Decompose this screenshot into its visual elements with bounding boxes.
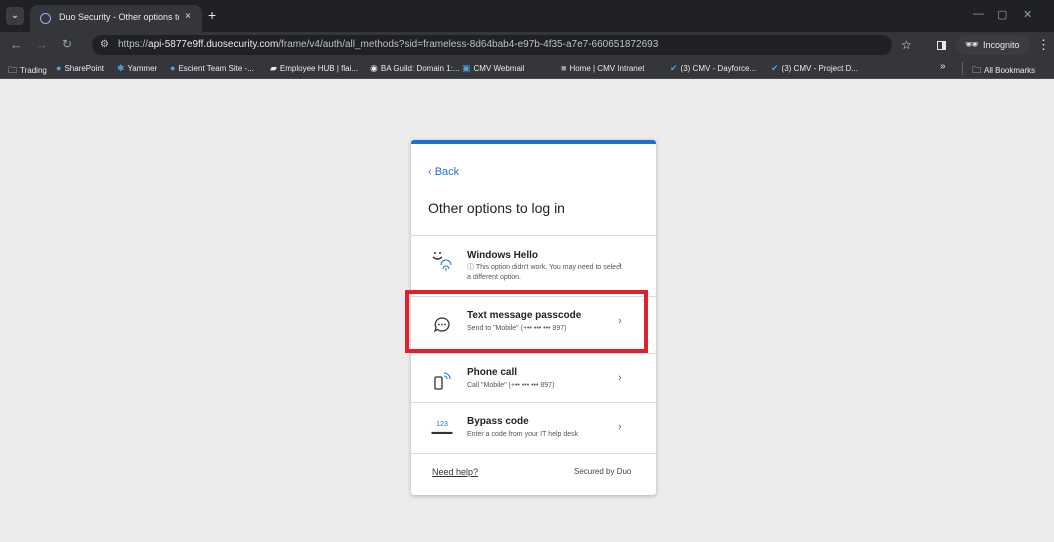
option-bypass-code[interactable]: 123 ▬▬▬ Bypass code Enter a code from you… — [411, 403, 656, 459]
browser-menu-icon[interactable]: ⋮ — [1037, 37, 1050, 53]
url-text[interactable]: https://api-5877e9ff.duosecurity.com/fra… — [118, 39, 658, 50]
checkmark-icon: ✔ — [771, 63, 779, 73]
outlook-icon: ▣ — [462, 63, 471, 73]
card-accent-bar — [411, 140, 656, 144]
browser-toolbar: ← → ↻ ⚙ https://api-5877e9ff.duosecurity… — [0, 32, 1054, 58]
forward-arrow-icon[interactable]: → — [35, 36, 48, 53]
incognito-label: Incognito — [983, 40, 1020, 50]
sharepoint-icon: ● — [170, 63, 176, 73]
bookmark-cmv-webmail[interactable]: ▣ CMV Webmail — [462, 63, 525, 74]
option-title: Windows Hello — [467, 250, 539, 261]
new-tab-button[interactable]: + — [208, 7, 216, 23]
option-windows-hello[interactable]: Windows Hello ⓘ This option didn't work.… — [411, 236, 656, 296]
phone-icon — [434, 372, 451, 390]
side-panel-icon[interactable] — [937, 41, 946, 50]
globe-favicon-icon — [40, 13, 51, 24]
browser-tab-strip: ⌄ Duo Security - Other options to × + — … — [0, 0, 1054, 32]
need-help-link[interactable]: Need help? — [432, 467, 478, 477]
bookmark-ba-guild[interactable]: ◉ BA Guild: Domain 1:... — [370, 63, 460, 74]
bookmark-project[interactable]: ✔ (3) CMV - Project D... — [771, 63, 858, 74]
globe-icon: ◉ — [370, 63, 378, 73]
checkmark-icon: ✔ — [670, 63, 678, 73]
bookmarks-overflow-chevron-icon[interactable]: » — [940, 61, 946, 72]
sharepoint-icon: ● — [56, 63, 62, 73]
bookmark-escient[interactable]: ● Escient Team Site -... — [170, 63, 254, 73]
bookmark-employee-hub[interactable]: ▰ Employee HUB | flai... — [270, 63, 358, 74]
bookmark-dayforce[interactable]: ✔ (3) CMV - Dayforce... — [670, 63, 756, 74]
option-subtitle: ⓘ This option didn't work. You may need … — [467, 264, 622, 281]
bypass-code-icon: 123 ▬▬▬ — [431, 421, 453, 436]
bookmarks-bar: 🗀 Trading ● SharePoint ✱ Yammer ● Escient Te… — [0, 58, 1054, 79]
bookmark-trading[interactable]: 🗀 Trading — [8, 63, 47, 79]
tab-close-icon[interactable]: × — [185, 11, 191, 22]
option-subtitle: Call "Mobile" (+•• ••• ••• 897) — [467, 382, 555, 389]
option-subtitle: Enter a code from your IT help desk — [467, 431, 579, 438]
incognito-indicator[interactable]: 🕶 Incognito — [956, 35, 1030, 55]
secured-by-duo: Secured by Duo — [574, 467, 632, 476]
page-icon: ■ — [561, 63, 567, 73]
maximize-icon[interactable]: ▢ — [997, 8, 1007, 21]
highlight-annotation-box — [405, 290, 648, 353]
site-info-icon[interactable]: ⚙ — [100, 39, 109, 50]
back-arrow-icon[interactable]: ← — [10, 36, 23, 53]
option-title: Phone call — [467, 367, 518, 378]
reload-icon[interactable]: ↻ — [62, 36, 72, 53]
bookmark-yammer[interactable]: ✱ Yammer — [117, 63, 157, 74]
incognito-icon: 🕶 — [965, 39, 979, 51]
bypass-code-glyph: 123 — [436, 421, 448, 428]
minimize-icon[interactable]: — — [973, 8, 984, 20]
chevron-right-icon: › — [618, 372, 622, 384]
bookmarks-separator — [962, 62, 963, 75]
divider — [411, 453, 656, 454]
bookmark-cmv-intranet[interactable]: ■ Home | CMV Intranet — [561, 63, 644, 73]
all-bookmarks-button[interactable]: 🗀 All Bookmarks — [972, 63, 1035, 79]
option-title: Bypass code — [467, 416, 529, 427]
chevron-right-icon: › — [618, 259, 622, 271]
browser-tab-duo[interactable]: Duo Security - Other options to × — [30, 5, 202, 32]
windows-hello-icon — [432, 252, 452, 271]
image-icon: ▰ — [270, 63, 277, 73]
folder-icon: 🗀 — [972, 65, 982, 75]
folder-icon: 🗀 — [8, 65, 18, 75]
yammer-icon: ✱ — [117, 63, 125, 73]
page-title: Other options to log in — [428, 200, 565, 216]
bookmark-star-icon[interactable]: ☆ — [901, 38, 912, 52]
tab-search-chevron-icon[interactable]: ⌄ — [6, 7, 24, 25]
address-bar[interactable]: ⚙ https://api-5877e9ff.duosecurity.com/f… — [92, 35, 892, 55]
chevron-right-icon: › — [618, 421, 622, 433]
close-window-icon[interactable]: ✕ — [1023, 8, 1032, 21]
back-link[interactable]: ‹ Back — [428, 166, 459, 178]
bookmark-sharepoint[interactable]: ● SharePoint — [56, 63, 104, 73]
tab-title: Duo Security - Other options to — [59, 12, 179, 22]
